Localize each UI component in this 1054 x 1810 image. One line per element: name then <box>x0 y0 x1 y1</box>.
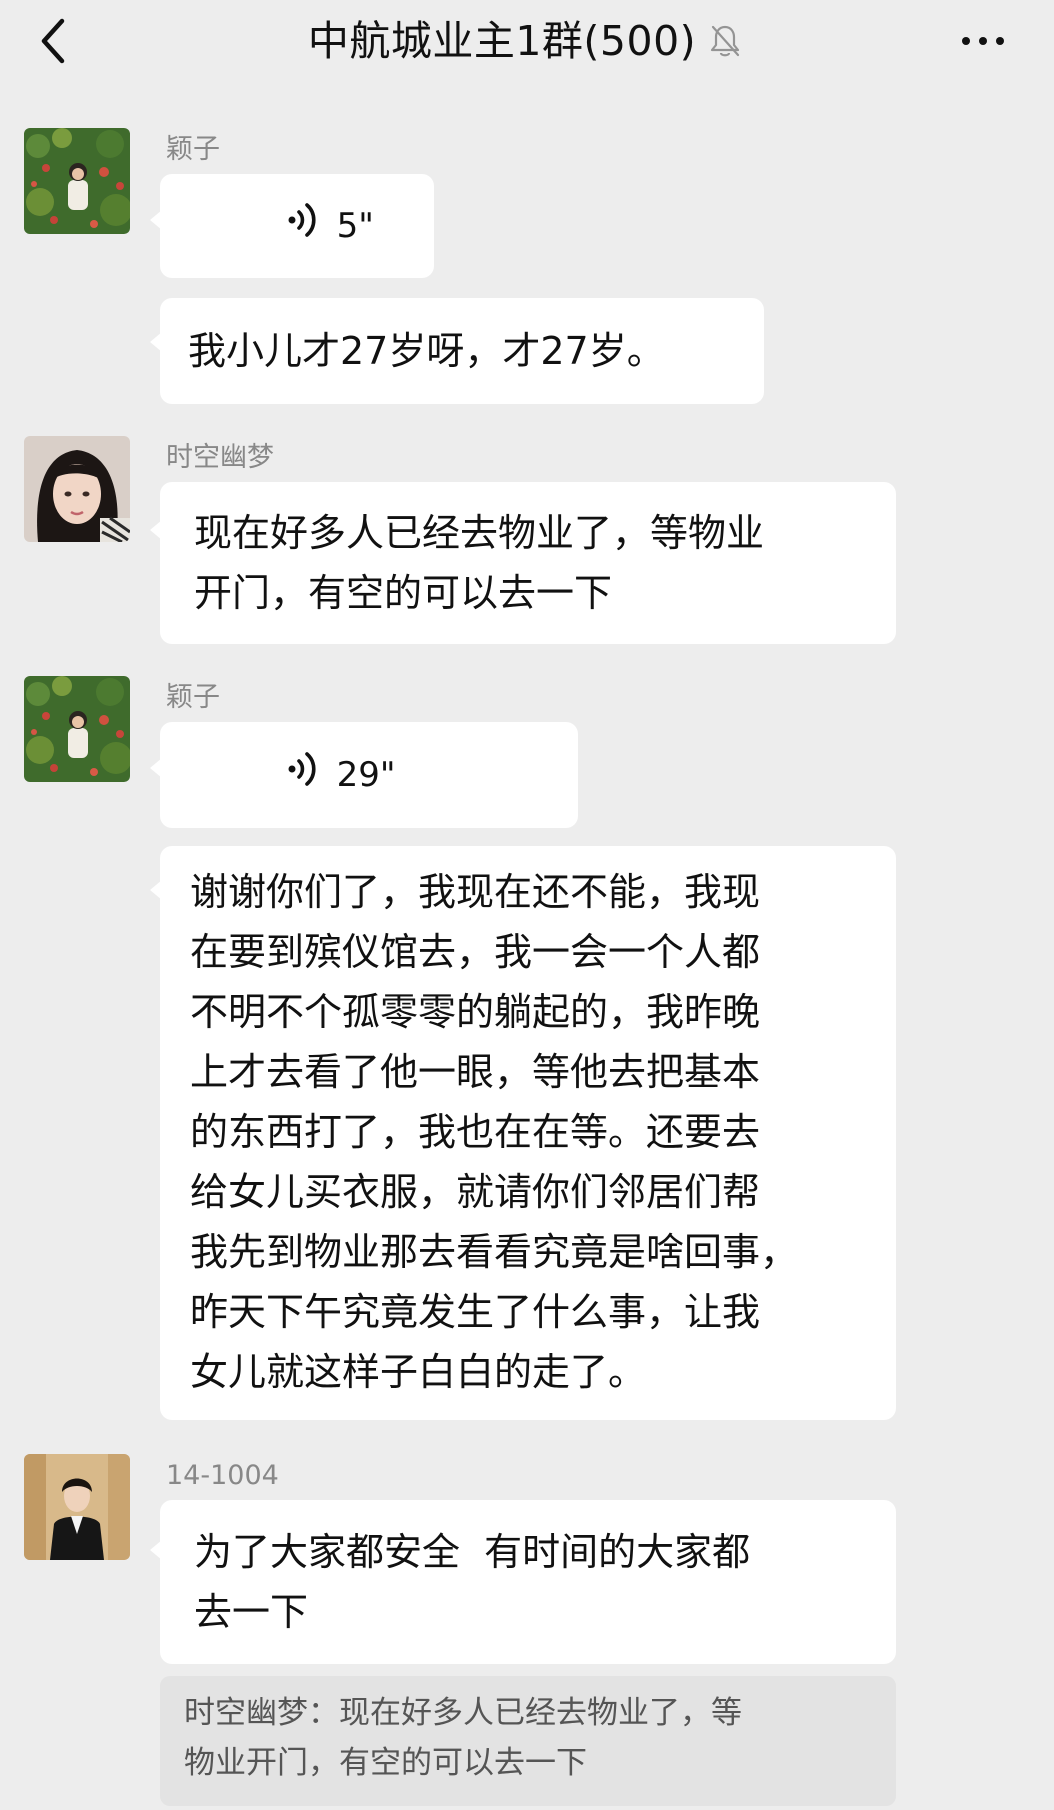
voice-duration: 5" <box>336 206 374 246</box>
woman-portrait-avatar[interactable] <box>24 436 130 542</box>
title-area: 中航城业主1群(500) <box>0 8 1054 74</box>
chat-title: 中航城业主1群(500) <box>307 16 697 65</box>
text-message-bubble[interactable]: 谢谢你们了，我现在还不能，我现 在要到殡仪馆去，我一会一个人都 不明不个孤零零的… <box>160 846 896 1420</box>
voice-message-bubble[interactable]: 29" <box>160 722 578 828</box>
text-message-bubble[interactable]: 为了大家都安全 有时间的大家都 去一下 <box>160 1500 896 1664</box>
text-message-bubble[interactable]: 我小儿才27岁呀，才27岁。 <box>160 298 764 404</box>
bell-muted-icon <box>704 20 746 62</box>
text-message-bubble[interactable]: 现在好多人已经去物业了，等物业 开门，有空的可以去一下 <box>160 482 896 644</box>
chat-header: 中航城业主1群(500) <box>0 0 1054 90</box>
voice-duration: 29" <box>336 755 396 795</box>
voice-wave-icon <box>190 136 321 316</box>
more-dots-icon[interactable] <box>948 14 1018 68</box>
chat-screen: 中航城业主1群(500) 颖子 5" 我小儿才27岁呀，才27岁。 时空幽梦 现… <box>0 0 1054 1810</box>
garden-photo-avatar[interactable] <box>24 676 130 782</box>
voice-message-bubble[interactable]: 5" <box>160 174 434 278</box>
sender-name: 时空幽梦 <box>166 442 274 473</box>
garden-photo-avatar[interactable] <box>24 128 130 234</box>
quoted-message[interactable]: 时空幽梦：现在好多人已经去物业了，等 物业开门，有空的可以去一下 <box>160 1676 896 1806</box>
man-portrait-avatar[interactable] <box>24 1454 130 1560</box>
sender-name: 14-1004 <box>166 1460 279 1491</box>
voice-wave-icon <box>190 685 321 865</box>
